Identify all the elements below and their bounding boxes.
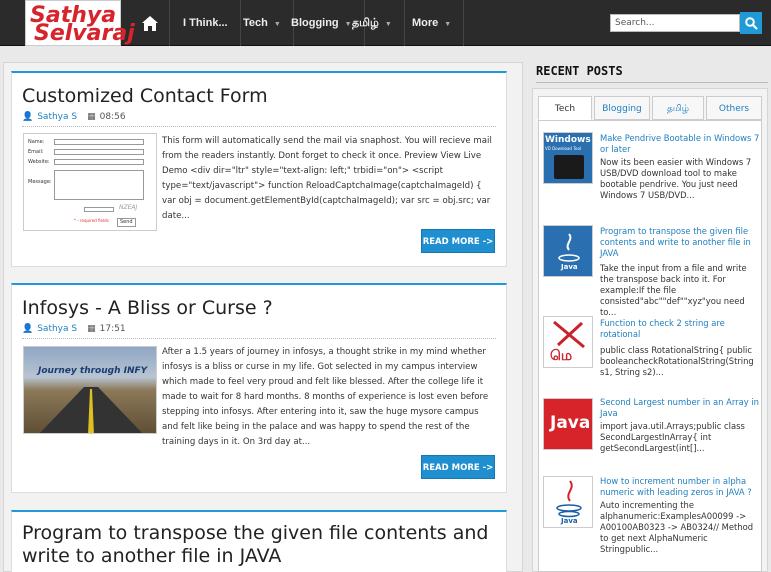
search-icon	[744, 16, 758, 30]
post-author[interactable]: Sathya S	[37, 111, 77, 123]
post-card: Program to transpose the given file cont…	[11, 510, 507, 572]
post-meta: 👤 Sathya S ▦ 17:51	[22, 323, 126, 335]
thumb-email-label: Email:	[28, 149, 44, 155]
read-more-button[interactable]: READ MORE ->	[421, 229, 495, 253]
recent-post-title[interactable]: Make Pendrive Bootable in Windows 7 or l…	[600, 133, 760, 155]
recent-post-thumb[interactable]: மெ	[543, 316, 593, 368]
home-button[interactable]	[130, 0, 170, 46]
user-icon: 👤	[22, 112, 34, 122]
post-excerpt: This form will automatically send the ma…	[162, 136, 492, 221]
post-title[interactable]: Program to transpose the given file cont…	[22, 522, 492, 568]
logo-text-2: Selvaraj	[34, 21, 135, 46]
chevron-down-icon: ▼	[444, 21, 452, 28]
thumb-java-text: Java	[561, 517, 578, 525]
nav-label: I Think...	[183, 17, 228, 29]
logo-line-2: Selvaraj	[34, 23, 135, 45]
post-card: Infosys - A Bliss or Curse ? 👤 Sathya S …	[11, 283, 507, 493]
tab-tech[interactable]: Tech	[538, 96, 592, 120]
pendrive-image	[554, 155, 584, 179]
post-card: Customized Contact Form 👤 Sathya S ▦ 08:…	[11, 71, 507, 267]
nav-label: Blogging	[291, 17, 339, 29]
divider	[22, 126, 496, 127]
recent-post-thumb[interactable]: Java	[543, 476, 593, 528]
recent-post-thumb[interactable]: Java	[543, 398, 593, 450]
recent-post-excerpt: public class RotationalString{ public bo…	[600, 345, 754, 377]
tab-tamil[interactable]: தமிழ்	[652, 96, 704, 120]
home-icon	[141, 15, 158, 31]
recent-post-excerpt: import java.util.Arrays;public class Sec…	[600, 421, 745, 453]
thumb-message-label: Message:	[28, 179, 52, 185]
thumb-required: * - required fields	[74, 218, 109, 223]
road-image	[39, 387, 143, 433]
thumb-java-text: Java	[550, 413, 591, 433]
thumb-website-label: Website:	[28, 159, 50, 165]
site-logo[interactable]: Sathya Selvaraj	[25, 0, 135, 46]
thumb-field	[54, 139, 144, 145]
recent-post-title[interactable]: Second Largest number in an Array in Jav…	[600, 397, 760, 419]
user-icon: 👤	[22, 324, 34, 334]
post-author[interactable]: Sathya S	[37, 323, 77, 335]
thumb-tamil-text: மெ	[550, 348, 573, 364]
thumb-send: Send	[117, 218, 136, 227]
post-meta: 👤 Sathya S ▦ 08:56	[22, 111, 126, 123]
post-title[interactable]: Infosys - A Bliss or Curse ?	[22, 297, 273, 320]
search-input[interactable]: Search...	[610, 14, 740, 32]
chevron-down-icon: ▼	[384, 21, 392, 28]
nav-item-more[interactable]: More ▼	[400, 0, 465, 46]
thumb-name-label: Name:	[28, 139, 45, 145]
recent-posts-heading: RECENT POSTS	[536, 64, 623, 78]
tab-blogging[interactable]: Blogging	[594, 96, 650, 120]
recent-post-excerpt: Take the input from a file and write the…	[600, 263, 747, 317]
recent-post-thumb[interactable]: Windows VD Download Tool	[543, 132, 593, 184]
divider	[22, 338, 496, 339]
thumb-caption: Journey through INFY	[38, 366, 148, 376]
recent-post-title[interactable]: How to increment number in alpha numeric…	[600, 476, 760, 498]
post-thumbnail[interactable]: Journey through INFY	[23, 346, 157, 434]
thumb-field	[54, 149, 144, 155]
recent-post-thumb[interactable]: Java	[543, 225, 593, 277]
divider	[536, 82, 768, 83]
recent-post-excerpt: Now its been easier with Windows 7 USB/D…	[600, 157, 752, 200]
recent-post-title[interactable]: Program to transpose the given file cont…	[600, 226, 760, 259]
read-more-button[interactable]: READ MORE ->	[421, 455, 495, 479]
top-navigation-bar: Sathya Selvaraj I Think... Tech ▼ Bloggin…	[0, 0, 771, 46]
thumb-windows-text: Windows	[545, 135, 591, 145]
thumb-captcha: NZEAJ	[119, 204, 138, 211]
thumb-java-text: Java	[561, 263, 578, 271]
calendar-icon: ▦	[87, 324, 96, 334]
nav-label: தமிழ்	[352, 17, 379, 29]
thumb-field	[54, 159, 144, 165]
post-excerpt: After a 1.5 years of journey in infosys,…	[162, 347, 489, 447]
recent-post-title[interactable]: Function to check 2 string are rotationa…	[600, 318, 760, 340]
post-time: 17:51	[99, 324, 126, 334]
post-thumbnail[interactable]: Name: Email: Website: Message: NZEAJ * -…	[23, 133, 157, 231]
thumb-textarea	[54, 170, 144, 200]
calendar-icon: ▦	[87, 112, 96, 122]
nav-item-tamil[interactable]: தமிழ் ▼	[340, 0, 405, 46]
search-button[interactable]	[740, 12, 762, 34]
thumb-windows-sub: VD Download Tool	[545, 146, 582, 151]
nav-label: Tech	[243, 17, 268, 29]
post-title[interactable]: Customized Contact Form	[22, 85, 268, 108]
post-time: 08:56	[99, 112, 126, 122]
thumb-field	[84, 207, 114, 212]
nav-label: More	[412, 17, 439, 29]
tab-others[interactable]: Others	[706, 96, 762, 120]
recent-post-excerpt: Auto incrementing the alphanumeric:Examp…	[600, 500, 754, 554]
